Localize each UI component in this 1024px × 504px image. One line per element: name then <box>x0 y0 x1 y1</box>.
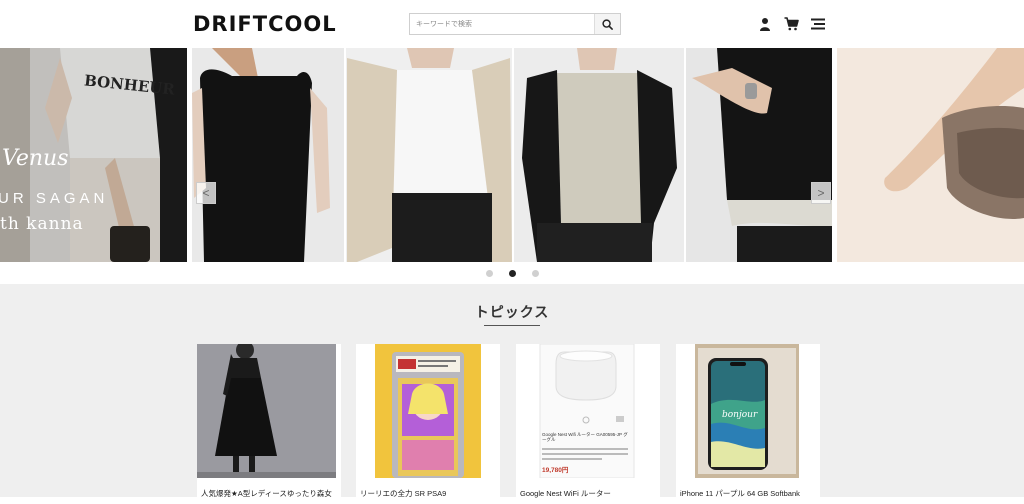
listing-title: Google Nest Wifi ルーター GA00595-JP グーグル <box>542 432 628 442</box>
slide-next-image <box>837 48 1024 262</box>
topic-card-title: iPhone 11 パープル 64 GB Softbank <box>680 489 800 498</box>
topic-card-title: リーリエの全力 SR PSA9 <box>360 489 447 498</box>
carousel-dot-2[interactable] <box>509 270 516 277</box>
carousel-dot-1[interactable] <box>486 270 493 277</box>
topic-card-image <box>197 344 341 478</box>
search-button[interactable] <box>594 14 620 34</box>
carousel-slide-active[interactable] <box>192 48 832 262</box>
carousel-next-button[interactable]: > <box>811 182 831 204</box>
hero-carousel[interactable]: BONHEUR Venus UR SAGAN th kanna < > <box>0 48 1024 262</box>
topic-card[interactable]: リーリエの全力 SR PSA9 <box>356 344 500 504</box>
listing-price: 19,780円 <box>542 467 569 474</box>
chevron-right-icon: > <box>817 186 825 200</box>
topic-card-title: 人気爆発★A型レディースゆったり森女 <box>201 489 332 498</box>
search-bar <box>409 13 621 35</box>
carousel-slide-next[interactable] <box>837 48 1024 262</box>
cart-button[interactable] <box>783 16 799 32</box>
slide-active-image <box>192 48 832 262</box>
search-input[interactable] <box>410 14 596 34</box>
topics-underline <box>484 325 540 326</box>
search-icon <box>602 18 613 30</box>
chevron-left-icon: < <box>202 186 210 200</box>
carousel-slide-prev[interactable]: BONHEUR Venus UR SAGAN th kanna <box>0 48 187 262</box>
topics-section: トピックス 人気爆発★A型レディースゆったり森女 リーリエの全力 SR PSA9… <box>0 284 1024 504</box>
topics-title: トピックス <box>474 304 550 320</box>
overlay-title: UR SAGAN <box>0 190 109 207</box>
topic-card[interactable]: bonjour iPhone 11 パープル 64 GB Softbank <box>676 344 820 504</box>
carousel-prev-button[interactable]: < <box>196 182 216 204</box>
site-header: DRIFTCOOL <box>0 0 1024 48</box>
carousel-dot-3[interactable] <box>532 270 539 277</box>
topic-card-image: Google Nest Wifi ルーター GA00595-JP グーグル 19… <box>516 344 660 478</box>
menu-button[interactable] <box>810 16 826 32</box>
topic-card[interactable]: Google Nest Wifi ルーター GA00595-JP グーグル 19… <box>516 344 660 504</box>
account-button[interactable] <box>757 16 773 32</box>
overlay-script: Venus <box>2 146 69 171</box>
topic-card-title: Google Nest WiFi ルーター <box>520 489 611 498</box>
cart-icon <box>784 17 799 31</box>
topic-card-image <box>356 344 500 478</box>
menu-icon <box>811 18 825 30</box>
phone-screen-text: bonjour <box>722 410 758 420</box>
overlay-subtitle: th kanna <box>0 214 84 234</box>
site-logo[interactable]: DRIFTCOOL <box>193 12 337 36</box>
topic-card-image: bonjour <box>676 344 820 478</box>
user-icon <box>760 18 770 31</box>
topic-card[interactable]: 人気爆発★A型レディースゆったり森女 <box>197 344 341 504</box>
